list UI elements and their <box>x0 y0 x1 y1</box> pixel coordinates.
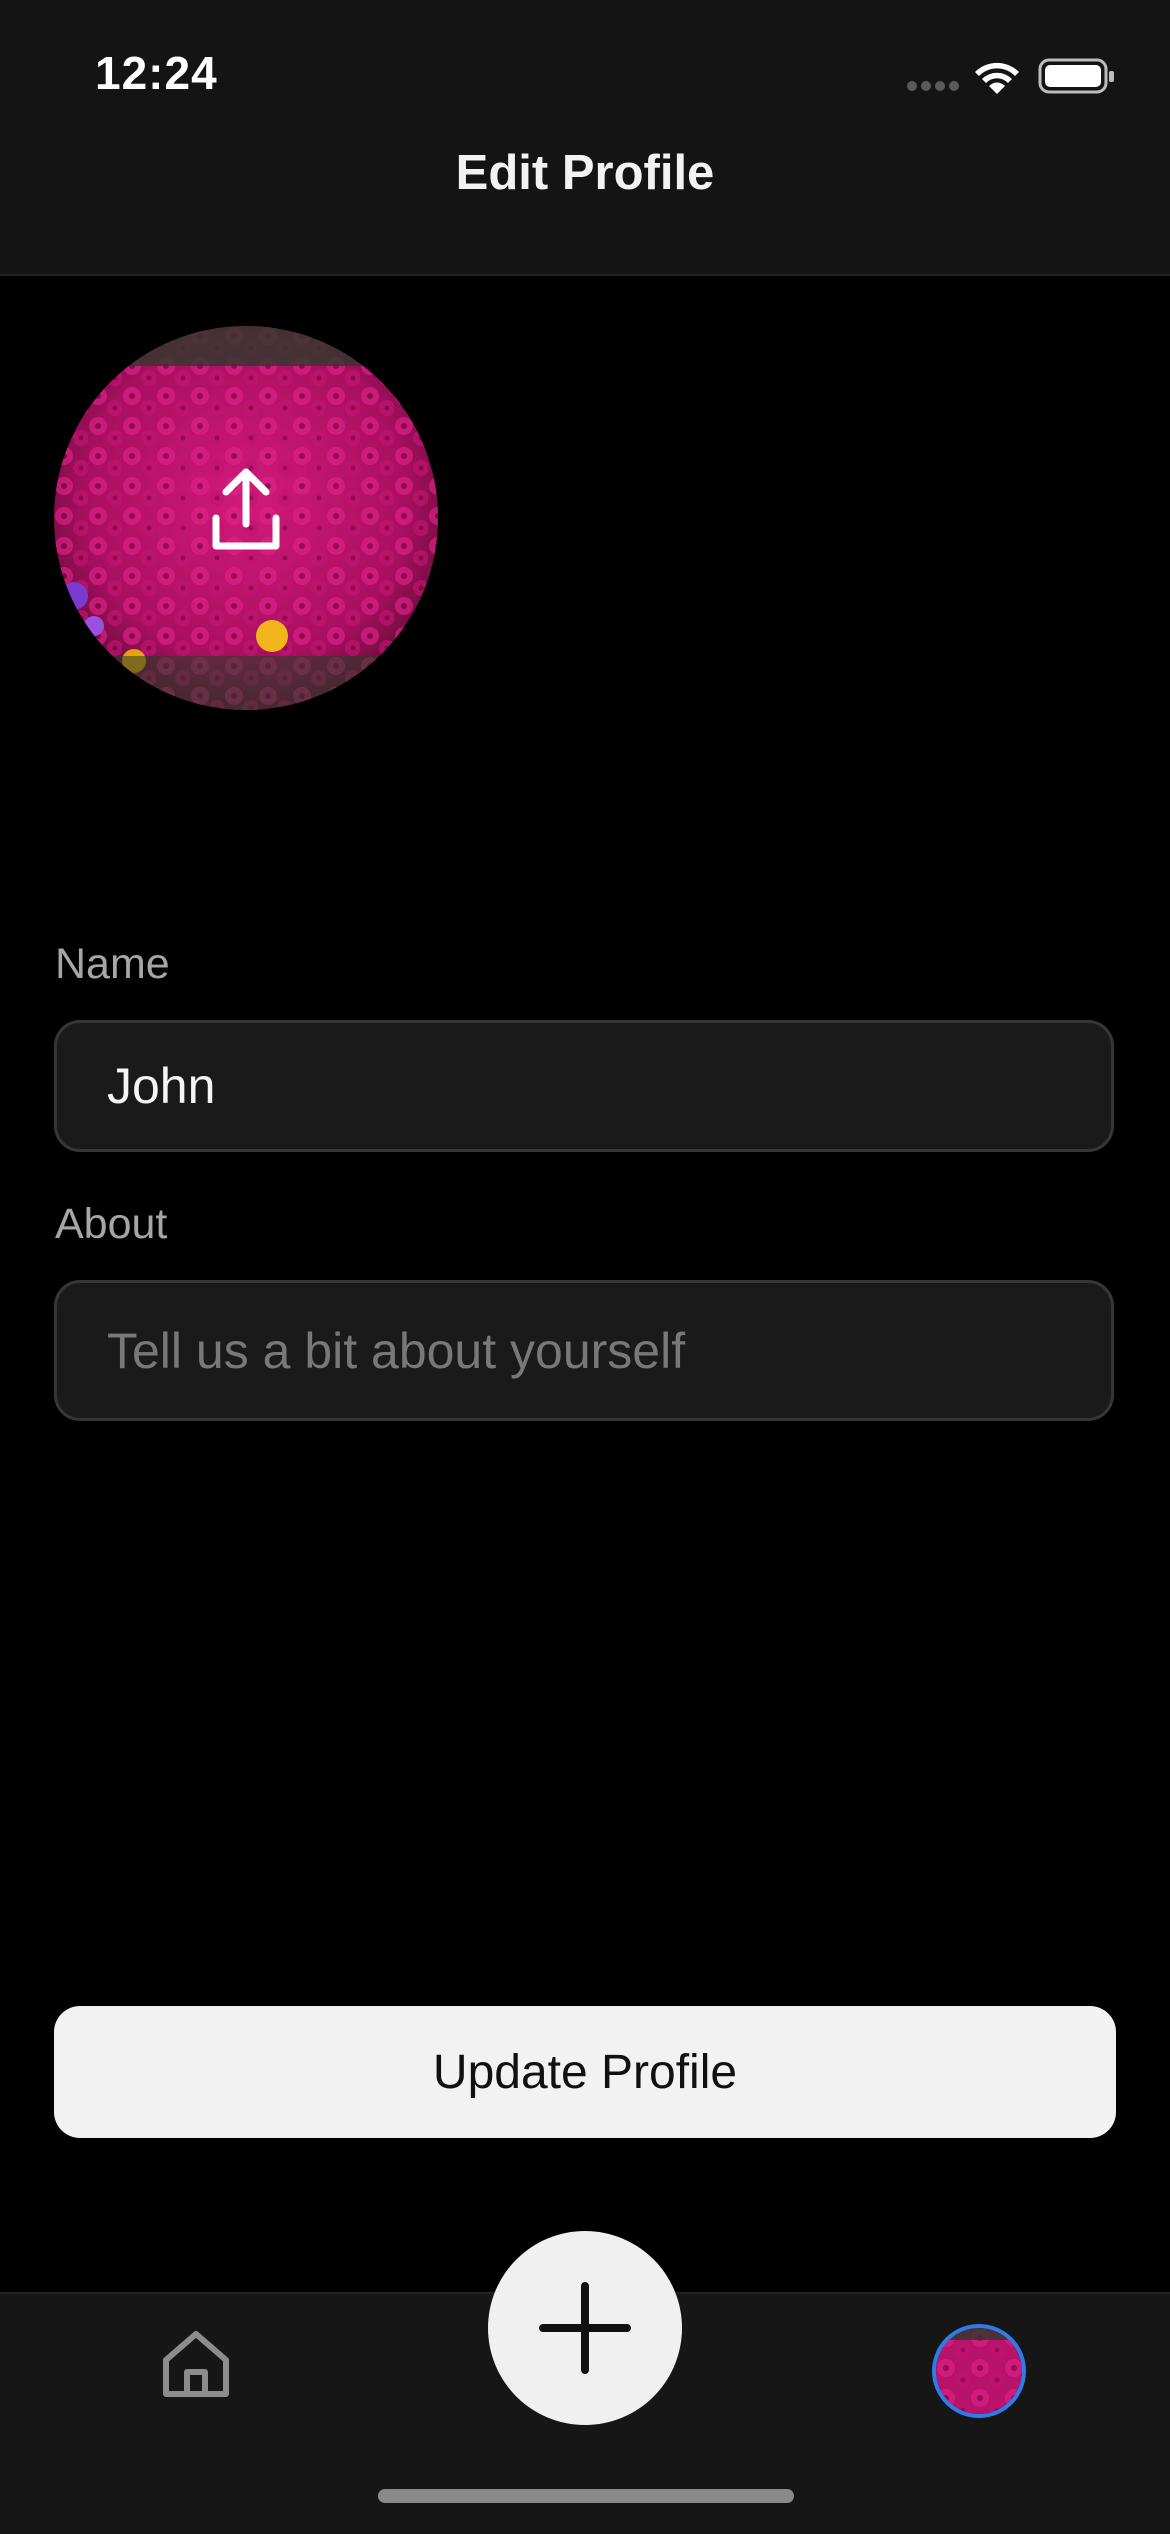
home-indicator <box>378 2489 794 2503</box>
add-button[interactable] <box>488 2231 682 2425</box>
status-time: 12:24 <box>95 47 218 99</box>
wifi-icon <box>975 62 1019 94</box>
profile-avatar <box>936 2328 1022 2414</box>
profile-photo-upload[interactable] <box>54 326 438 710</box>
name-field-value: John <box>107 1058 216 1114</box>
plus-icon <box>539 2282 631 2374</box>
update-profile-button[interactable]: Update Profile <box>54 2006 1116 2138</box>
profile-tab[interactable] <box>932 2324 1026 2418</box>
signal-icon <box>907 81 959 91</box>
status-bar: 12:24 <box>0 0 1170 140</box>
about-field-placeholder: Tell us a bit about yourself <box>107 1322 686 1379</box>
about-field[interactable]: Tell us a bit about yourself <box>54 1280 1114 1421</box>
battery-icon <box>1038 58 1114 94</box>
about-label: About <box>55 1200 168 1248</box>
name-label: Name <box>55 940 170 988</box>
avatar <box>54 326 438 710</box>
nav-header: Edit Profile <box>0 140 1170 276</box>
status-icons <box>907 58 1114 94</box>
home-icon[interactable] <box>158 2326 234 2402</box>
name-field[interactable]: John <box>54 1020 1114 1152</box>
page-title: Edit Profile <box>455 146 715 200</box>
